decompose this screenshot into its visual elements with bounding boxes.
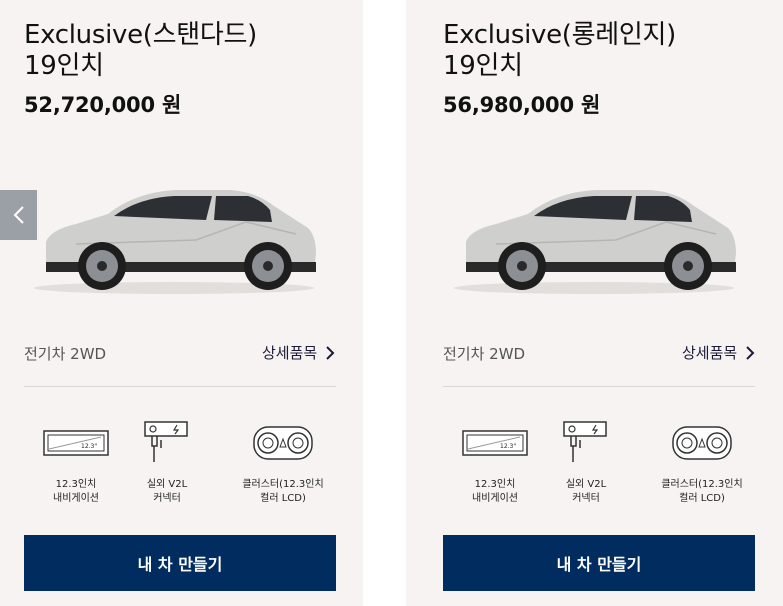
v2l-connector-icon <box>563 421 607 462</box>
detail-items-link[interactable]: 상세품목 <box>682 342 755 363</box>
feature-label: 클러스터(12.3인치 컬러 LCD) <box>242 479 324 504</box>
divider <box>443 386 755 387</box>
feature-label: 클러스터(12.3인치 컬러 LCD) <box>661 479 743 504</box>
trim-title-line2: 19인치 <box>443 51 523 81</box>
feature-navigation: 12.3" 12.3인치 내비게이션 <box>26 420 126 506</box>
feature-label: 실외 V2L 커넥터 <box>565 479 607 504</box>
feature-navigation: 12.3" 12.3인치 내비게이션 <box>445 420 545 506</box>
trim-card-long-range: Exclusive(롱레인지) 19인치 56,980,000 원 전기차 2W… <box>406 0 783 606</box>
trim-title-line1: Exclusive(스탠다드) <box>24 20 257 50</box>
trim-price: 56,980,000 원 <box>443 93 601 117</box>
cluster-lcd-icon <box>672 426 732 460</box>
v2l-connector-icon <box>144 421 188 462</box>
trim-card-standard: Exclusive(스탠다드) 19인치 52,720,000 원 전기차 2W… <box>0 0 363 606</box>
car-image <box>454 190 736 294</box>
navigation-screen-icon: 12.3" <box>462 430 528 456</box>
powertrain-label: 전기차 2WD <box>443 345 526 363</box>
trim-title-line2: 19인치 <box>24 51 104 81</box>
build-my-car-button[interactable]: 내 차 만들기 <box>24 535 336 591</box>
detail-items-label: 상세품목 <box>682 344 738 362</box>
carousel-prev-button[interactable] <box>0 190 37 240</box>
feature-cluster: 클러스터(12.3인치 컬러 LCD) <box>652 420 752 506</box>
build-my-car-button[interactable]: 내 차 만들기 <box>443 535 755 591</box>
feature-cluster: 클러스터(12.3인치 컬러 LCD) <box>233 420 333 506</box>
trim-title: Exclusive(롱레인지) 19인치 <box>443 20 676 82</box>
divider <box>24 386 336 387</box>
trim-title-line1: Exclusive(롱레인지) <box>443 20 676 50</box>
powertrain-label: 전기차 2WD <box>24 345 107 363</box>
detail-items-link[interactable]: 상세품목 <box>262 342 335 363</box>
svg-text:12.3": 12.3" <box>81 443 97 450</box>
chevron-left-icon <box>13 206 24 224</box>
chevron-right-icon <box>746 345 755 360</box>
navigation-screen-icon: 12.3" <box>43 430 109 456</box>
feature-label: 12.3인치 내비게이션 <box>53 479 99 504</box>
svg-text:12.3": 12.3" <box>500 443 516 450</box>
trim-price: 52,720,000 원 <box>24 93 182 117</box>
feature-v2l: 실외 V2L 커넥터 <box>536 420 636 506</box>
cluster-lcd-icon <box>253 426 313 460</box>
detail-items-label: 상세품목 <box>262 344 318 362</box>
trim-title: Exclusive(스탠다드) 19인치 <box>24 20 257 82</box>
feature-label: 실외 V2L 커넥터 <box>146 479 188 504</box>
feature-label: 12.3인치 내비게이션 <box>472 479 518 504</box>
chevron-right-icon <box>326 345 335 360</box>
feature-v2l: 실외 V2L 커넥터 <box>117 420 217 506</box>
car-image <box>34 190 316 294</box>
